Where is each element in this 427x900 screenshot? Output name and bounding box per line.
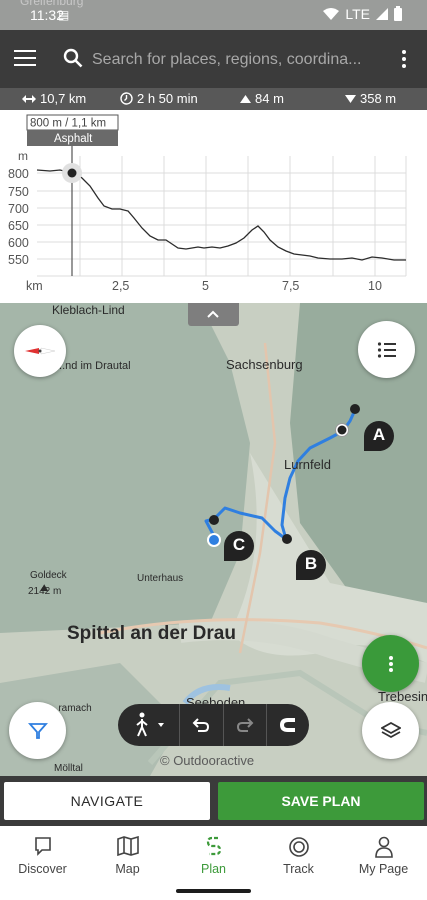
redo-button[interactable] bbox=[224, 704, 267, 746]
status-icons: LTE bbox=[323, 5, 402, 22]
list-icon bbox=[377, 341, 396, 358]
map-attribution: © Outdooractive bbox=[160, 753, 255, 768]
plan-icon bbox=[206, 836, 221, 856]
nav-label: Discover bbox=[18, 862, 67, 876]
map-icon bbox=[116, 836, 139, 856]
compass-button[interactable] bbox=[14, 325, 66, 377]
profile-cursor-dot bbox=[67, 168, 77, 178]
x-tick: 5 bbox=[202, 279, 209, 293]
elevation-line bbox=[36, 169, 406, 261]
waypoint-pin-a[interactable]: A bbox=[364, 421, 394, 451]
y-tick: 600 bbox=[8, 236, 29, 250]
clock-icon bbox=[120, 92, 133, 105]
map-layers-button[interactable] bbox=[362, 702, 419, 759]
y-tick: 750 bbox=[8, 185, 29, 199]
collapse-profile-button[interactable] bbox=[188, 303, 239, 326]
route-list-button[interactable] bbox=[358, 321, 415, 378]
nav-my-page[interactable]: My Page bbox=[341, 826, 426, 886]
elevation-chart[interactable]: m 800 750 700 650 600 550 km 2,5 5 7,5 1… bbox=[0, 110, 427, 303]
hiker-icon bbox=[136, 712, 164, 737]
navigate-button[interactable]: NAVIGATE bbox=[4, 782, 210, 820]
home-indicator bbox=[176, 889, 251, 893]
user-icon bbox=[374, 836, 393, 858]
ascent-stat: 84 m bbox=[240, 91, 284, 106]
nav-discover[interactable]: Discover bbox=[0, 826, 85, 886]
waypoint-pin-b[interactable]: B bbox=[296, 550, 326, 580]
route-mode-button[interactable] bbox=[267, 704, 309, 746]
search-input[interactable] bbox=[92, 48, 377, 72]
x-unit-label: km bbox=[26, 279, 43, 293]
wifi-icon bbox=[323, 8, 340, 20]
more-actions-fab[interactable] bbox=[362, 635, 419, 692]
nav-map[interactable]: Map bbox=[85, 826, 170, 886]
y-tick: 550 bbox=[8, 253, 29, 267]
ascent-icon bbox=[240, 94, 251, 103]
status-bar: Greifenburg 11:32 ▤ LTE bbox=[0, 0, 427, 30]
waypoint-pin-c[interactable]: C bbox=[224, 531, 254, 561]
ascent-value: 84 m bbox=[255, 91, 284, 106]
descent-icon bbox=[345, 94, 356, 103]
filter-icon bbox=[27, 722, 48, 739]
tooltip-surface: Asphalt bbox=[54, 133, 93, 145]
nav-track[interactable]: Track bbox=[256, 826, 341, 886]
waypoint-a-dot[interactable] bbox=[337, 425, 347, 435]
distance-value: 10,7 km bbox=[40, 91, 87, 106]
compass-icon bbox=[25, 347, 56, 355]
duration-value: 2 h 50 min bbox=[137, 91, 198, 106]
vertical-dots-icon bbox=[388, 655, 393, 672]
distance-stat: 10,7 km bbox=[22, 91, 86, 106]
current-location-dot bbox=[209, 535, 219, 545]
track-icon bbox=[288, 837, 309, 857]
undo-button[interactable] bbox=[180, 704, 224, 746]
notification-icon: ▤ bbox=[58, 8, 70, 22]
x-tick: 7,5 bbox=[282, 279, 299, 293]
hamburger-menu-icon[interactable] bbox=[14, 50, 36, 68]
chevron-up-icon bbox=[207, 310, 219, 318]
signal-icon bbox=[376, 8, 388, 20]
route-endpoint[interactable] bbox=[350, 404, 360, 414]
planning-toolbar bbox=[118, 704, 309, 746]
descent-stat: 358 m bbox=[345, 91, 396, 106]
network-label: LTE bbox=[345, 6, 370, 22]
save-plan-button[interactable]: SAVE PLAN bbox=[218, 782, 424, 820]
redo-icon bbox=[236, 718, 254, 732]
discover-icon bbox=[34, 837, 51, 856]
elevation-profile[interactable]: m 800 750 700 650 600 550 km 2,5 5 7,5 1… bbox=[0, 110, 427, 303]
duration-stat: 2 h 50 min bbox=[120, 91, 198, 106]
waypoint-c-dot[interactable] bbox=[209, 515, 219, 525]
nav-label: Map bbox=[115, 862, 140, 876]
route-stats-bar: 10,7 km 2 h 50 min 84 m 358 m bbox=[0, 88, 427, 110]
tooltip-position: 800 m / 1,1 km bbox=[30, 118, 106, 130]
magnet-icon bbox=[279, 718, 295, 732]
descent-value: 358 m bbox=[360, 91, 397, 106]
search-icon bbox=[63, 48, 83, 68]
nav-plan[interactable]: Plan bbox=[171, 826, 256, 886]
y-tick: 800 bbox=[8, 167, 29, 181]
distance-icon bbox=[22, 94, 36, 103]
y-tick: 700 bbox=[8, 202, 29, 216]
x-tick: 10 bbox=[368, 279, 382, 293]
x-tick: 2,5 bbox=[112, 279, 129, 293]
layers-icon bbox=[380, 721, 401, 738]
nav-label: Plan bbox=[200, 862, 227, 876]
y-tick: 650 bbox=[8, 219, 29, 233]
y-unit-label: m bbox=[18, 149, 28, 163]
waypoint-b-dot[interactable] bbox=[282, 534, 292, 544]
nav-label: My Page bbox=[358, 862, 409, 876]
nav-label: Track bbox=[283, 862, 314, 876]
plan-actions-bar: NAVIGATE SAVE PLAN bbox=[0, 776, 427, 826]
more-options-icon[interactable] bbox=[401, 50, 407, 70]
search-header bbox=[0, 30, 427, 88]
filter-button[interactable] bbox=[9, 702, 66, 759]
undo-icon bbox=[192, 718, 210, 732]
activity-type-button[interactable] bbox=[118, 704, 181, 746]
battery-icon bbox=[394, 5, 402, 21]
